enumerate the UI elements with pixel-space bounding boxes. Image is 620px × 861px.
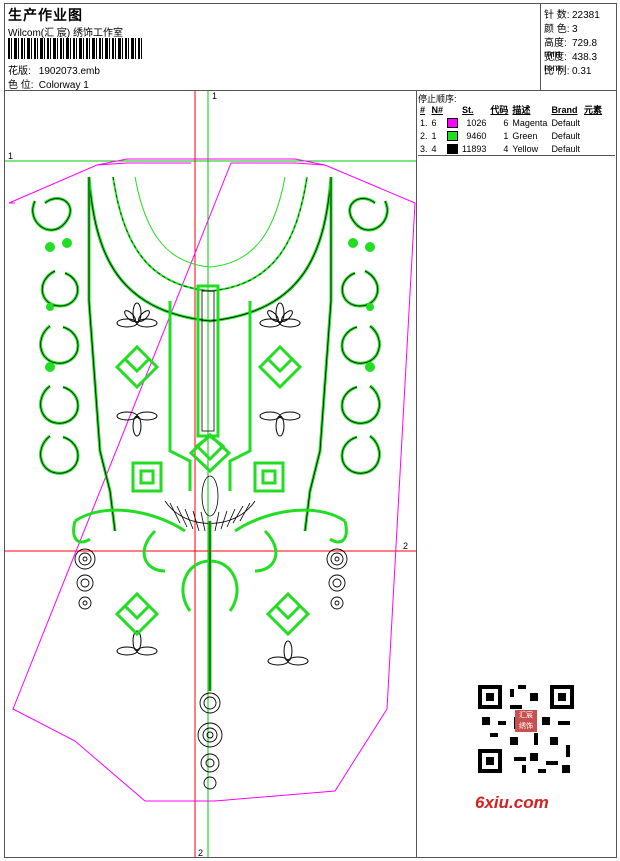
header: 生产作业图 Wilcom(汇 宸) 绣饰工作室 花版: 1902073.emb … bbox=[5, 4, 616, 91]
table-row: 3. 4 11893 4 Yellow Default bbox=[420, 143, 580, 154]
barcode-icon bbox=[8, 38, 144, 59]
color-table: # N# St. 代码 描述 Brand 元素 1. 6 1026 6 Mage… bbox=[418, 103, 604, 155]
guide-label-left: 1 bbox=[8, 151, 13, 161]
embroidery-canvas[interactable]: 1 1 2 2 bbox=[5, 91, 417, 857]
guide-label-right: 2 bbox=[403, 541, 408, 551]
col-n: N# bbox=[431, 104, 444, 115]
design-row: 花版: 1902073.emb bbox=[8, 62, 100, 77]
col-st: St. bbox=[462, 104, 474, 115]
col-code: 代码 bbox=[490, 105, 509, 115]
production-sheet: 生产作业图 Wilcom(汇 宸) 绣饰工作室 花版: 1902073.emb … bbox=[4, 3, 617, 858]
neckline-outer bbox=[87, 176, 333, 323]
col-swatch bbox=[445, 103, 460, 116]
sheet-title: 生产作业图 bbox=[8, 7, 83, 23]
color-swatch-magenta bbox=[447, 117, 459, 128]
color-table-header: # N# St. 代码 描述 Brand 元素 bbox=[418, 103, 604, 116]
colorway-value: Colorway 1 bbox=[38, 80, 89, 91]
col-element: 元素 bbox=[583, 105, 602, 115]
stat-scale: 比 例: 0.31 bbox=[544, 66, 592, 77]
design-label: 花版: bbox=[8, 66, 31, 77]
stop-sequence-panel: 停止顺序: # N# St. 代码 描述 Brand 元素 1. 6 1026 … bbox=[417, 91, 616, 857]
divider bbox=[418, 155, 615, 156]
magenta-outline bbox=[8, 162, 416, 802]
guide-label-top: 1 bbox=[212, 91, 217, 101]
colorway-row: 色 位: Colorway 1 bbox=[8, 76, 89, 91]
colorway-label: 色 位: bbox=[8, 80, 34, 91]
col-hash: # bbox=[420, 104, 426, 115]
design-stats: 针 数: 22381 颜 色: 3 高度: 729.8 mm 宽度: 438.3 mm … bbox=[541, 4, 616, 90]
stat-stitches: 针 数: 22381 bbox=[544, 10, 600, 21]
table-row: 2. 1 9460 1 Green Default bbox=[420, 130, 580, 141]
stat-colors: 颜 色: 3 bbox=[544, 24, 578, 35]
header-left: 生产作业图 Wilcom(汇 宸) 绣饰工作室 花版: 1902073.emb … bbox=[5, 4, 541, 91]
endless-knots bbox=[114, 344, 311, 637]
stamp-logo: 汇宸 绣饰 bbox=[515, 710, 537, 732]
color-swatch-black bbox=[447, 143, 459, 154]
col-desc: 描述 bbox=[512, 105, 531, 115]
color-swatch-green bbox=[447, 130, 459, 141]
green-spirals bbox=[45, 238, 375, 372]
guide-label-bottom: 2 bbox=[198, 848, 203, 857]
col-brand: Brand bbox=[551, 104, 578, 115]
company-name: Wilcom(汇 宸) 绣饰工作室 bbox=[8, 28, 123, 39]
table-row: 1. 6 1026 6 Magenta Default bbox=[420, 117, 580, 128]
watermark-site: 6xiu.com bbox=[475, 793, 549, 812]
side-scrolls bbox=[31, 197, 389, 475]
neckline-inner bbox=[112, 176, 308, 293]
